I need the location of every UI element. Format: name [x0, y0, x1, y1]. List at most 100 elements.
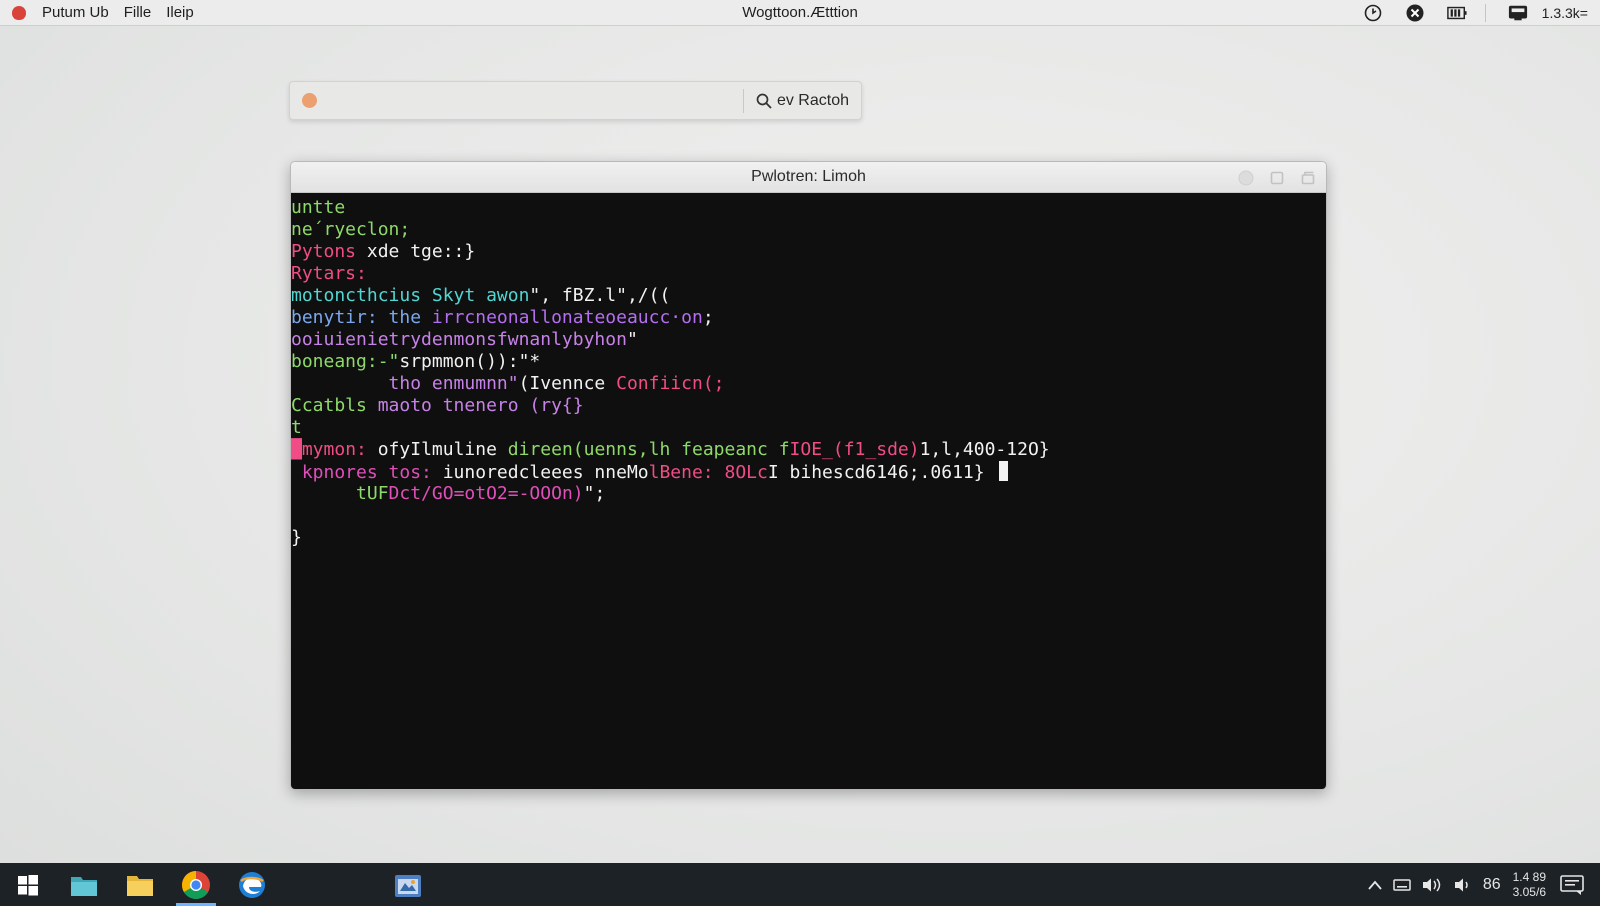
- window-titlebar[interactable]: Pwlotren: Limoh: [291, 162, 1326, 193]
- terminal-line: tho enmumnn"(Ivennce Confiicn(;: [291, 373, 1326, 395]
- terminal-text-segment: irrcneonallonateoeaucc·on: [431, 307, 703, 328]
- bluetooth-icon[interactable]: [1405, 3, 1425, 23]
- terminal-output[interactable]: untte ne´ryeclon; Pytons xde tge::} Rytars:…: [291, 193, 1326, 789]
- terminal-text-segment: untte: [291, 197, 346, 218]
- chrome-icon: [182, 870, 210, 899]
- taskbar-files-app[interactable]: [56, 863, 112, 906]
- terminal-text-segment: Confiicn(;: [616, 373, 725, 394]
- search-input[interactable]: [327, 82, 743, 119]
- clock-icon[interactable]: [1363, 3, 1383, 23]
- menubar-title: Wogttoon.Ætttion: [742, 4, 858, 21]
- taskbar-edge-app[interactable]: [224, 863, 280, 906]
- text-cursor: [999, 461, 1009, 481]
- terminal-text-segment: }: [291, 527, 302, 548]
- keyboard-icon: [1393, 878, 1411, 891]
- search-icon: [756, 93, 772, 109]
- clock-date: 3.05/6: [1512, 884, 1546, 899]
- browser-icon: [239, 871, 265, 898]
- terminal-text-segment: tUF: [291, 483, 389, 504]
- chevron-up-icon: [1368, 880, 1382, 890]
- terminal-line: ne´ryeclon;: [291, 219, 1326, 241]
- taskbar-chrome-app[interactable]: [168, 863, 224, 906]
- terminal-text-segment: mymon:: [301, 439, 378, 460]
- terminal-text-segment: boneang:-": [291, 351, 400, 372]
- window-controls: [1223, 169, 1316, 186]
- files-icon: [71, 876, 97, 896]
- terminal-text-segment: (Ivennce: [518, 373, 617, 394]
- terminal-text-segment: ooiuienietrydenmonsfwnanlybyhon: [291, 329, 627, 350]
- tray-speaker-button[interactable]: [1453, 877, 1473, 893]
- terminal-text-segment: I bihescd6146;.0611}: [767, 462, 996, 483]
- terminal-text-segment: Ccatbls: [291, 395, 378, 416]
- window-title: Pwlotren: Limoh: [751, 168, 866, 185]
- terminal-text-segment: 1,l,400-12O}: [919, 439, 1050, 460]
- menu-bar: Putum Ub Fille Ileip Wogttoon.Ætttion 1.…: [0, 0, 1600, 26]
- tray-volume-button[interactable]: [1421, 877, 1443, 893]
- maximize-button[interactable]: [1268, 169, 1285, 186]
- taskbar-clock[interactable]: 1.4 89 3.05/6: [1513, 870, 1546, 900]
- maximize-icon: [1270, 171, 1283, 184]
- terminal-text-segment: xde tge::}: [366, 241, 476, 262]
- minimize-button[interactable]: [1237, 169, 1254, 186]
- tray-expand-button[interactable]: [1367, 879, 1383, 891]
- taskbar-store-app[interactable]: [380, 863, 436, 906]
- terminal-line: boneang:-"srpmmon()):"*: [291, 351, 1326, 373]
- tray-keyboard-button[interactable]: [1393, 878, 1411, 892]
- terminal-line: untte: [291, 197, 1326, 219]
- close-button[interactable]: [1299, 169, 1316, 186]
- terminal-text-segment: tho enmumnn": [291, 373, 519, 394]
- tray-indicator-text[interactable]: 86: [1483, 876, 1501, 894]
- start-button[interactable]: [0, 863, 56, 906]
- terminal-text-segment: ", fBZ.l",/((: [529, 285, 671, 306]
- terminal-line: tUFDct/GO=otO2=-OOOn)";: [291, 483, 1326, 505]
- terminal-text-segment: ;: [702, 307, 714, 328]
- windows-logo-icon: [18, 874, 38, 895]
- terminal-line: }: [291, 527, 1326, 549]
- notifications-button[interactable]: [1560, 874, 1586, 896]
- taskbar: 86 1.4 89 3.05/6: [0, 863, 1600, 906]
- menu-item-app[interactable]: Putum Ub: [42, 4, 109, 21]
- terminal-text-segment: Dct/GO=otO2=-OOOn): [388, 483, 584, 504]
- terminal-line: Rytars:: [291, 263, 1326, 285]
- terminal-text-segment: Rytars:: [291, 263, 367, 284]
- apple-logo-icon[interactable]: [12, 5, 26, 20]
- menubar-separator: [1484, 4, 1486, 22]
- terminal-text-segment: maoto tnenero (ry{}: [377, 395, 584, 416]
- restore-icon: [1301, 171, 1314, 184]
- terminal-text-segment: yIlmuline: [399, 439, 508, 460]
- clock-time: 1.4 89: [1512, 869, 1546, 884]
- notification-icon: [1560, 874, 1584, 895]
- menu-item-file[interactable]: Fille: [124, 4, 152, 21]
- terminal-text-segment: IOE_(f1_sde): [789, 439, 920, 460]
- terminal-text-segment: t: [291, 417, 302, 438]
- terminal-text-segment: lBene: 8OLc: [648, 462, 768, 483]
- terminal-text-segment: srpmmon()):"*: [399, 351, 541, 372]
- status-dot-icon: [302, 93, 317, 108]
- menu-item-help[interactable]: Ileip: [166, 4, 194, 21]
- terminal-text-segment: of: [377, 439, 400, 460]
- search-button[interactable]: ev Ractoh: [744, 82, 861, 119]
- terminal-text-segment: benytir: the: [291, 307, 432, 328]
- terminal-text-segment: ";: [583, 483, 606, 504]
- minimize-icon: [1238, 170, 1253, 185]
- taskbar-folder-app[interactable]: [112, 863, 168, 906]
- menubar-status-text: 1.3.3k=: [1541, 5, 1588, 21]
- terminal-text-segment: kpnores tos:: [291, 462, 443, 483]
- terminal-text-segment: motoncthcius Skyt awon: [291, 285, 530, 306]
- terminal-line: t: [291, 417, 1326, 439]
- terminal-text-segment: ": [626, 329, 638, 350]
- battery-icon[interactable]: [1446, 3, 1467, 23]
- terminal-line: ooiuienietrydenmonsfwnanlybyhon": [291, 329, 1326, 351]
- terminal-line: kpnores tos: iunoredcleees nneMolBene: 8…: [291, 461, 1326, 483]
- terminal-line: benytir: the irrcneonallonateoeaucc·on;: [291, 307, 1326, 329]
- terminal-line: █mymon: ofyIlmuline direen(uenns,lh feap…: [291, 439, 1326, 461]
- terminal-text-segment: iunoredcleees nneMo: [442, 462, 649, 483]
- folder-icon: [127, 875, 153, 896]
- terminal-line: Pytons xde tge::}: [291, 241, 1326, 263]
- store-icon: [395, 874, 421, 897]
- display-icon[interactable]: [1508, 3, 1528, 23]
- terminal-text-segment: direen(uenns,lh feapeanc f: [507, 439, 790, 460]
- terminal-text-segment: ne´ryeclon;: [291, 219, 411, 240]
- search-button-label: ev Ractoh: [776, 91, 849, 109]
